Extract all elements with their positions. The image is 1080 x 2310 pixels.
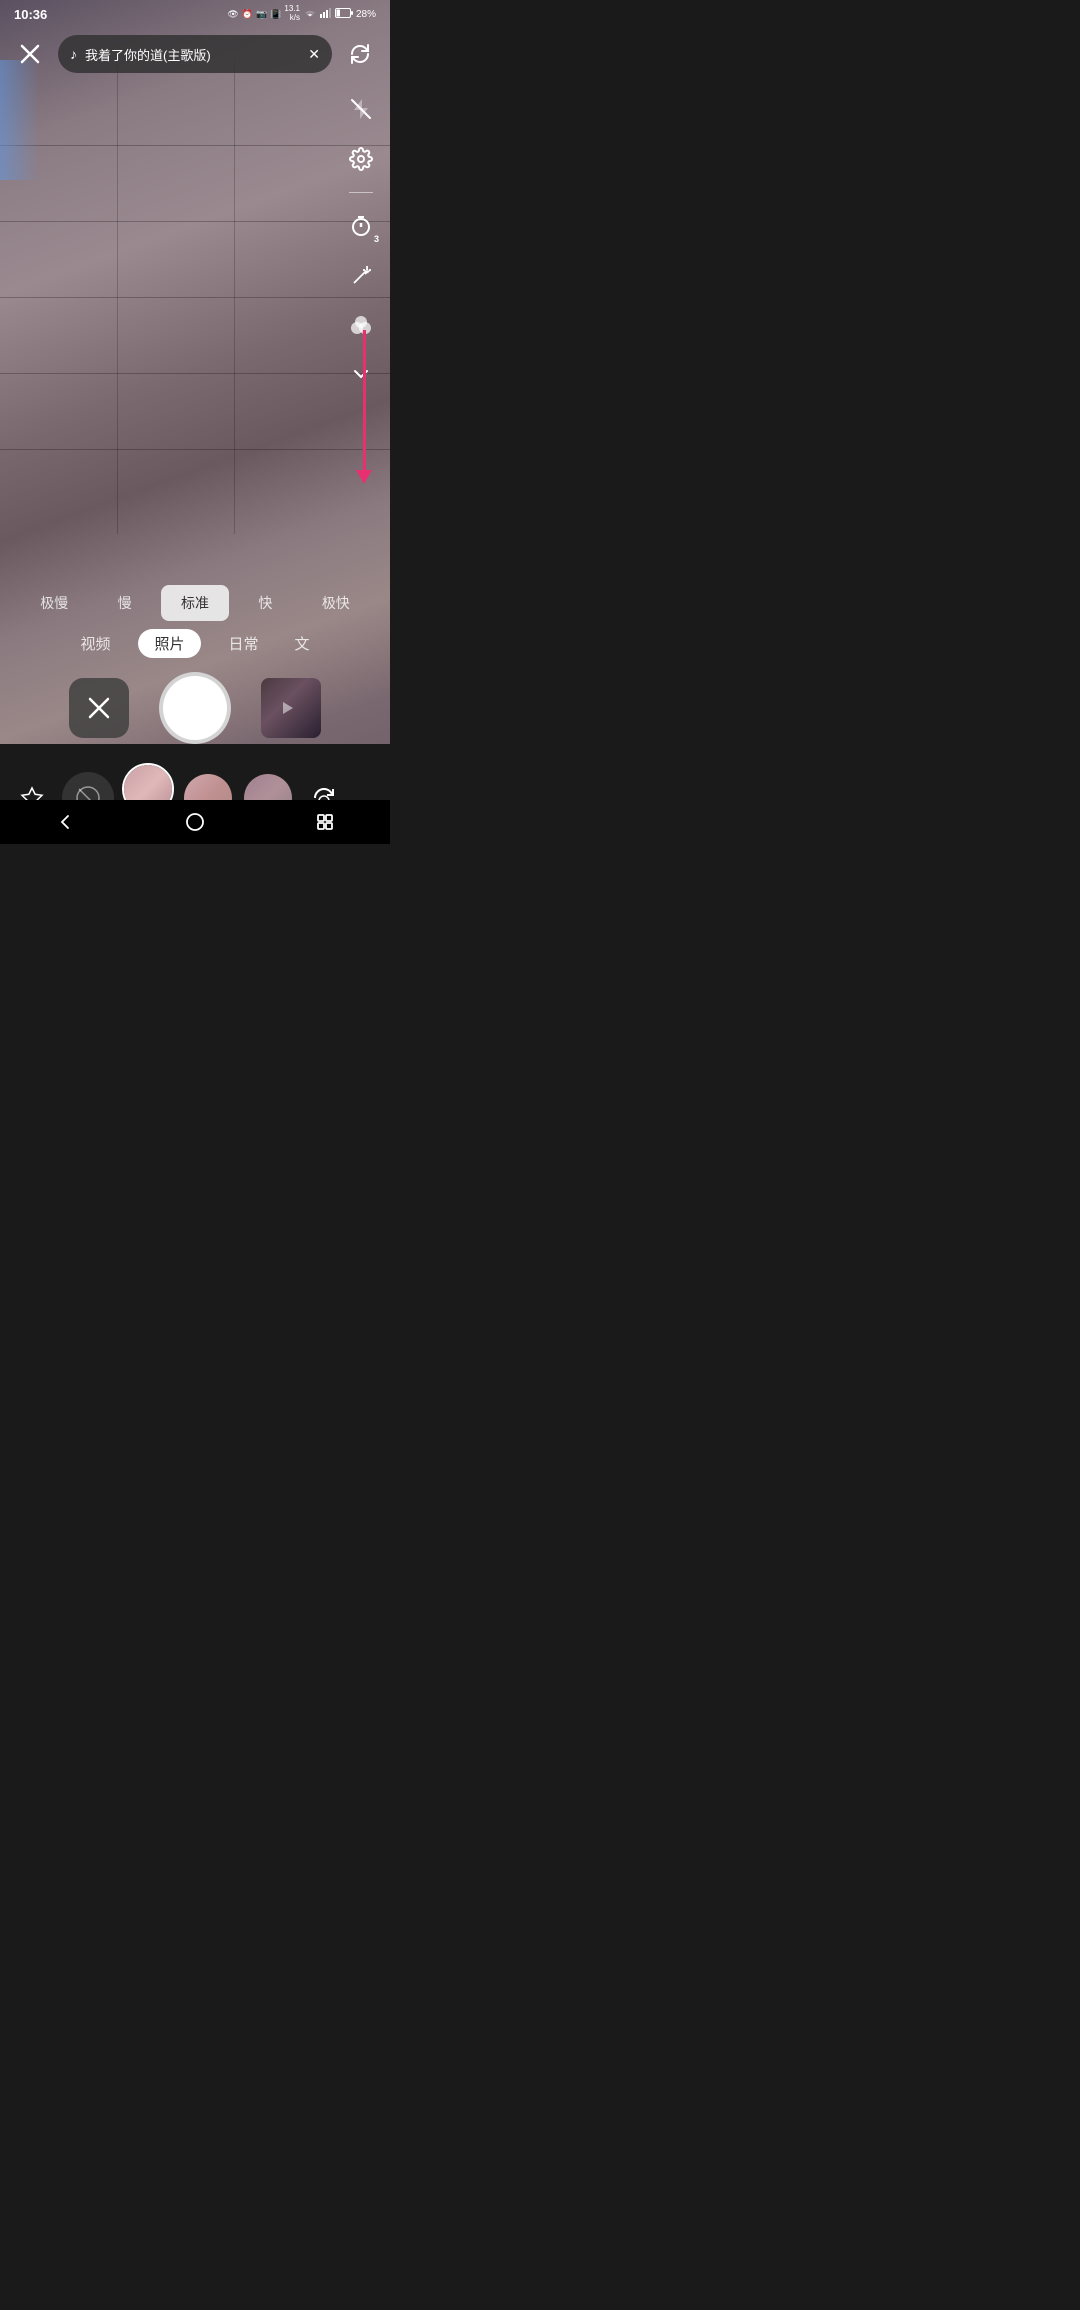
- music-title: 我着了你的道(主歌版): [85, 45, 300, 64]
- recents-button[interactable]: [303, 800, 347, 844]
- shutter-inner: [165, 678, 225, 738]
- status-time: 10:36: [14, 7, 47, 22]
- wifi-icon: [303, 8, 317, 20]
- settings-button[interactable]: [342, 140, 380, 178]
- mode-daily[interactable]: 日常: [221, 629, 267, 658]
- top-bar: ♪ 我着了你的道(主歌版) ✕: [0, 28, 390, 80]
- battery-percent: 28%: [356, 9, 376, 20]
- home-button[interactable]: [173, 800, 217, 844]
- nav-bar: [0, 800, 390, 844]
- speed-very-fast[interactable]: 极快: [302, 585, 370, 621]
- arrow-line: [363, 330, 366, 470]
- status-bar: 10:36 👁 ⏰ 📷 📳 13.1 k/s 28%: [0, 0, 390, 28]
- cancel-capture-button[interactable]: [69, 678, 129, 738]
- pink-arrow-indicator: [356, 330, 372, 484]
- signal-icon: [320, 8, 332, 20]
- shutter-row: [0, 672, 390, 744]
- music-note-icon: ♪: [70, 46, 77, 62]
- mode-photo[interactable]: 照片: [138, 629, 200, 658]
- battery-icon: [335, 8, 353, 20]
- toolbar-divider: [349, 192, 373, 193]
- camera-icon: 📷: [256, 9, 267, 20]
- refresh-button[interactable]: [342, 36, 378, 72]
- close-button[interactable]: [12, 36, 48, 72]
- speed-very-slow[interactable]: 极慢: [20, 585, 88, 621]
- mode-text[interactable]: 文: [287, 629, 318, 658]
- mode-selector: 视频 照片 日常 文: [0, 629, 390, 658]
- shutter-button[interactable]: [159, 672, 231, 744]
- back-button[interactable]: [43, 800, 87, 844]
- speed-slow[interactable]: 慢: [90, 585, 158, 621]
- timer-badge: 3: [374, 234, 379, 244]
- mode-video[interactable]: 视频: [72, 629, 118, 658]
- camera-background-texture: [0, 60, 390, 534]
- bottom-controls: 极慢 慢 标准 快 极快 视频 照片 日常 文: [0, 585, 390, 744]
- eye-icon: 👁: [227, 9, 238, 20]
- speed-selector: 极慢 慢 标准 快 极快: [0, 585, 390, 621]
- speed-normal[interactable]: 标准: [161, 585, 229, 621]
- gallery-thumbnail[interactable]: [261, 678, 321, 738]
- timer-button[interactable]: 3: [342, 207, 380, 245]
- svg-text:✦: ✦: [365, 268, 371, 276]
- vibrate-icon: 📳: [270, 9, 281, 20]
- speed-fast[interactable]: 快: [231, 585, 299, 621]
- music-pill[interactable]: ♪ 我着了你的道(主歌版) ✕: [58, 35, 332, 73]
- flash-off-button[interactable]: [342, 90, 380, 128]
- status-icons: 👁 ⏰ 📷 📳 13.1 k/s 28%: [227, 5, 376, 23]
- magic-wand-button[interactable]: ✦: [342, 257, 380, 295]
- gallery-thumb-preview: [261, 678, 321, 738]
- arrow-head: [356, 470, 372, 484]
- network-speed: 13.1 k/s: [284, 5, 300, 23]
- alarm-icon: ⏰: [242, 9, 253, 20]
- music-close-button[interactable]: ✕: [308, 46, 320, 63]
